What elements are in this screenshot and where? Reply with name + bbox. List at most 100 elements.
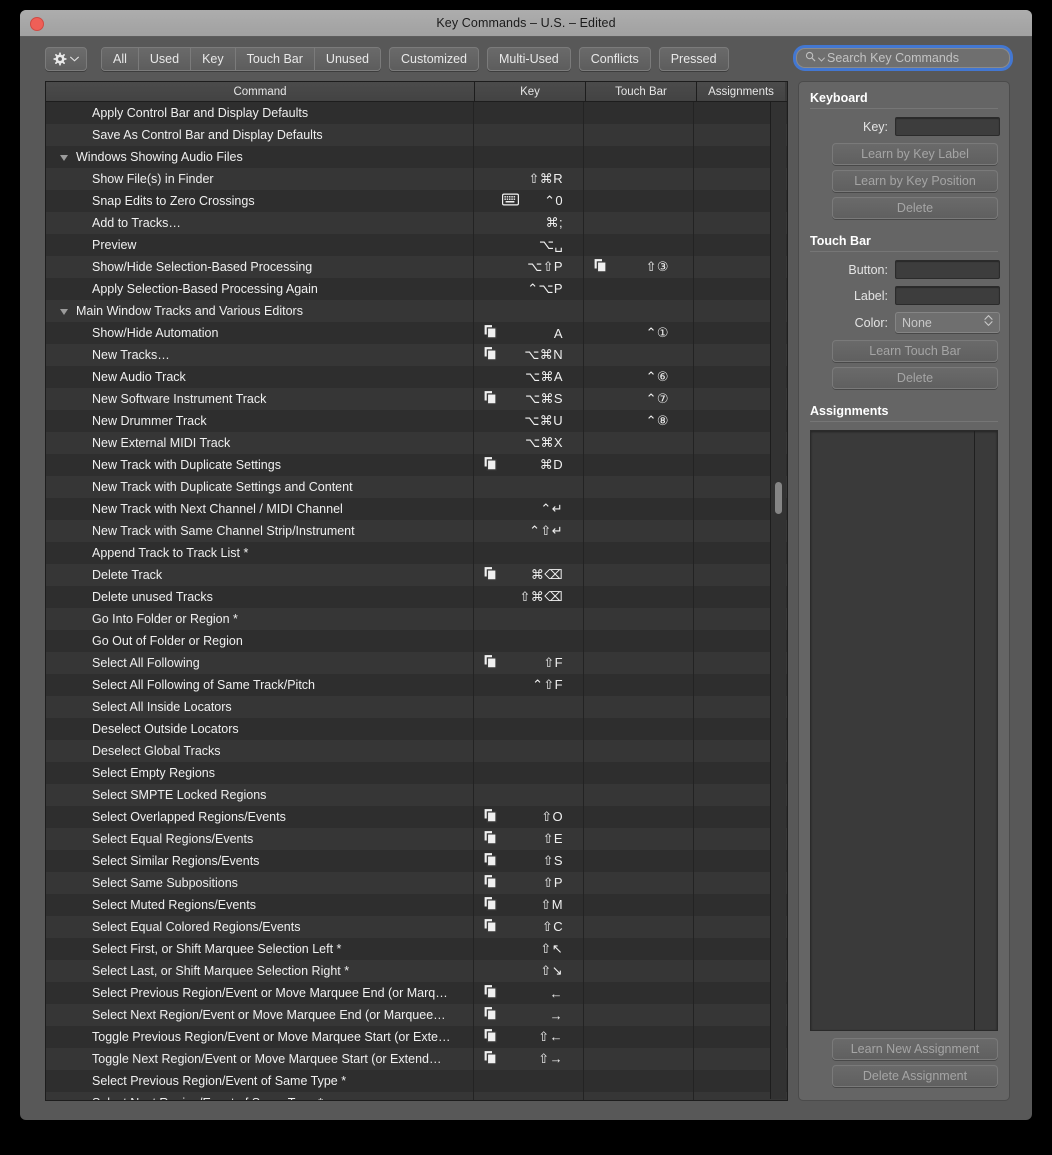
column-header-assignments[interactable]: Assignments — [697, 82, 785, 101]
cell-assignments[interactable] — [694, 718, 782, 740]
cell-key[interactable]: ⇧C — [474, 916, 584, 938]
cell-touch-bar[interactable]: ⌃① — [584, 322, 694, 344]
cell-key[interactable]: ⌥␣ — [474, 234, 584, 256]
cell-key[interactable]: ⇧⌘R — [474, 168, 584, 190]
table-row[interactable]: Append Track to Track List * — [46, 542, 787, 564]
table-row[interactable]: Delete Track ⌘⌫ — [46, 564, 787, 586]
table-row[interactable]: New Tracks… ⌥⌘N — [46, 344, 787, 366]
cell-assignments[interactable] — [694, 300, 782, 322]
table-row[interactable]: Select First, or Shift Marquee Selection… — [46, 938, 787, 960]
cell-touch-bar[interactable] — [584, 608, 694, 630]
filter-conflicts[interactable]: Conflicts — [578, 47, 651, 71]
cell-key[interactable]: ⇧↖ — [474, 938, 584, 960]
cell-assignments[interactable] — [694, 102, 782, 124]
cell-key[interactable]: ⇧← — [474, 1026, 584, 1048]
table-row[interactable]: Select Next Region/Event or Move Marquee… — [46, 1004, 787, 1026]
column-header-touch-bar[interactable]: Touch Bar — [586, 82, 697, 101]
cell-key[interactable] — [474, 102, 584, 124]
table-row[interactable]: Save As Control Bar and Display Defaults — [46, 124, 787, 146]
cell-touch-bar[interactable] — [584, 344, 694, 366]
cell-assignments[interactable] — [694, 630, 782, 652]
cell-assignments[interactable] — [694, 982, 782, 1004]
cell-key[interactable]: ⇧E — [474, 828, 584, 850]
cell-touch-bar[interactable]: ⇧③ — [584, 256, 694, 278]
cell-touch-bar[interactable] — [584, 718, 694, 740]
cell-key[interactable] — [474, 630, 584, 652]
cell-touch-bar[interactable] — [584, 300, 694, 322]
cell-key[interactable]: ⌥⌘S — [474, 388, 584, 410]
cell-assignments[interactable] — [694, 212, 782, 234]
cell-assignments[interactable] — [694, 344, 782, 366]
learn-touch-bar-button[interactable]: Learn Touch Bar — [832, 340, 998, 362]
cell-touch-bar[interactable] — [584, 124, 694, 146]
cell-key[interactable]: ⇧⌘⌫ — [474, 586, 584, 608]
table-row[interactable]: Preview ⌥␣ — [46, 234, 787, 256]
table-row[interactable]: Select Previous Region/Event or Move Mar… — [46, 982, 787, 1004]
cell-assignments[interactable] — [694, 234, 782, 256]
table-row[interactable]: New Track with Same Channel Strip/Instru… — [46, 520, 787, 542]
close-button-icon[interactable] — [30, 17, 44, 31]
touchbar-label-input[interactable] — [895, 286, 1000, 305]
cell-assignments[interactable] — [694, 960, 782, 982]
cell-key[interactable]: ⌃⇧F — [474, 674, 584, 696]
table-row[interactable]: Select SMPTE Locked Regions — [46, 784, 787, 806]
filter-segmented-control[interactable]: All Used Key Touch Bar Unused — [101, 47, 382, 71]
disclosure-triangle-icon[interactable] — [60, 154, 68, 161]
cell-touch-bar[interactable] — [584, 784, 694, 806]
cell-key[interactable] — [474, 1092, 584, 1100]
filter-key[interactable]: Key — [191, 48, 236, 70]
cell-assignments[interactable] — [694, 1070, 782, 1092]
cell-assignments[interactable] — [694, 476, 782, 498]
cell-assignments[interactable] — [694, 762, 782, 784]
cell-touch-bar[interactable] — [584, 1026, 694, 1048]
cell-assignments[interactable] — [694, 410, 782, 432]
cell-touch-bar[interactable] — [584, 190, 694, 212]
cell-touch-bar[interactable] — [584, 938, 694, 960]
search-field[interactable]: Search Key Commands — [796, 48, 1010, 68]
touchbar-delete-button[interactable]: Delete — [832, 367, 998, 389]
cell-assignments[interactable] — [694, 124, 782, 146]
table-row[interactable]: Select Equal Colored Regions/Events ⇧C — [46, 916, 787, 938]
table-row[interactable]: Deselect Global Tracks — [46, 740, 787, 762]
table-row[interactable]: Select Same Subpositions ⇧P — [46, 872, 787, 894]
learn-new-assignment-button[interactable]: Learn New Assignment — [832, 1038, 998, 1060]
cell-assignments[interactable] — [694, 806, 782, 828]
cell-touch-bar[interactable]: ⌃⑧ — [584, 410, 694, 432]
cell-assignments[interactable] — [694, 586, 782, 608]
cell-touch-bar[interactable] — [584, 982, 694, 1004]
cell-key[interactable] — [474, 542, 584, 564]
cell-touch-bar[interactable] — [584, 894, 694, 916]
table-row[interactable]: Show File(s) in Finder ⇧⌘R — [46, 168, 787, 190]
table-row[interactable]: New Track with Duplicate Settings and Co… — [46, 476, 787, 498]
touchbar-button-input[interactable] — [895, 260, 1000, 279]
table-vertical-scrollbar[interactable] — [770, 102, 786, 1099]
cell-assignments[interactable] — [694, 784, 782, 806]
action-menu-button[interactable] — [45, 47, 87, 71]
table-row[interactable]: Add to Tracks… ⌘; — [46, 212, 787, 234]
cell-key[interactable]: ⌘; — [474, 212, 584, 234]
cell-key[interactable]: ⌃⇧↵ — [474, 520, 584, 542]
cell-key[interactable] — [474, 476, 584, 498]
cell-assignments[interactable] — [694, 190, 782, 212]
cell-assignments[interactable] — [694, 168, 782, 190]
cell-assignments[interactable] — [694, 498, 782, 520]
table-row[interactable]: New Audio Track ⌥⌘A ⌃⑥ — [46, 366, 787, 388]
cell-assignments[interactable] — [694, 938, 782, 960]
cell-assignments[interactable] — [694, 520, 782, 542]
cell-key[interactable]: ⇧F — [474, 652, 584, 674]
column-header-command[interactable]: Command — [46, 82, 475, 101]
table-row[interactable]: Deselect Outside Locators — [46, 718, 787, 740]
cell-touch-bar[interactable] — [584, 740, 694, 762]
disclosure-triangle-icon[interactable] — [60, 308, 68, 315]
cell-key[interactable] — [474, 740, 584, 762]
cell-touch-bar[interactable] — [584, 1092, 694, 1100]
table-row[interactable]: Select All Following ⇧F — [46, 652, 787, 674]
cell-assignments[interactable] — [694, 542, 782, 564]
cell-touch-bar[interactable] — [584, 454, 694, 476]
cell-key[interactable] — [474, 718, 584, 740]
cell-touch-bar[interactable] — [584, 146, 694, 168]
touchbar-color-select[interactable]: None — [895, 312, 1000, 333]
cell-assignments[interactable] — [694, 322, 782, 344]
cell-key[interactable] — [474, 1070, 584, 1092]
scrollbar-thumb[interactable] — [775, 482, 782, 514]
